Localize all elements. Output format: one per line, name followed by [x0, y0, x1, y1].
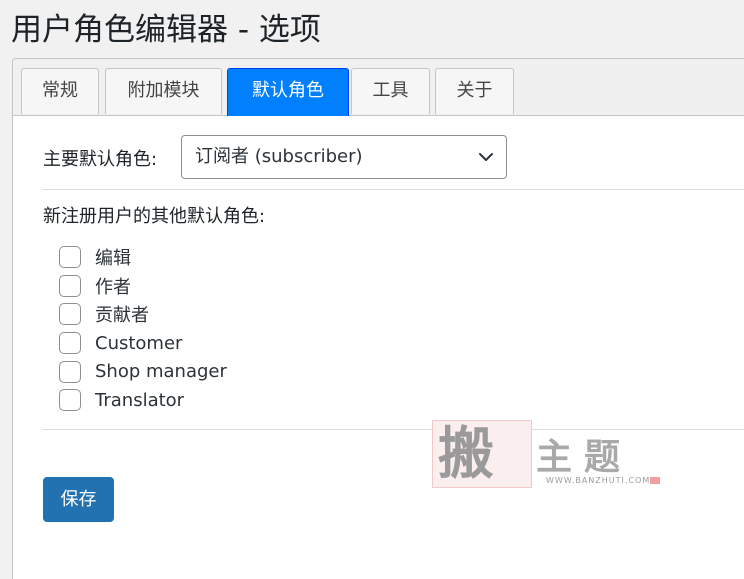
- role-checkbox-translator[interactable]: [59, 389, 81, 412]
- primary-role-label: 主要默认角色:: [43, 149, 158, 170]
- watermark-dot: [650, 477, 660, 484]
- role-label[interactable]: 作者: [95, 273, 131, 299]
- role-label[interactable]: 贡献者: [95, 301, 149, 327]
- role-label[interactable]: Translator: [95, 390, 184, 411]
- save-button[interactable]: 保存: [43, 477, 114, 522]
- watermark-seal-char: 搬: [438, 421, 494, 487]
- other-roles-heading: 新注册用户的其他默认角色:: [43, 206, 266, 227]
- divider: [43, 189, 744, 190]
- page-title: 用户角色编辑器 - 选项: [11, 12, 321, 48]
- tab-tools[interactable]: 工具: [351, 68, 430, 114]
- primary-role-row: 主要默认角色: 订阅者 (subscriber): [43, 135, 743, 179]
- chevron-down-icon: [479, 153, 493, 161]
- settings-panel: 常规 附加模块 默认角色 工具 关于 主要默认角色: 订阅者 (subscrib…: [12, 58, 744, 579]
- other-roles-list: 编辑 作者 贡献者 Customer Shop manager Translat…: [59, 243, 227, 415]
- watermark-title: 主题: [536, 436, 633, 478]
- tab-addons[interactable]: 附加模块: [105, 68, 222, 114]
- primary-role-select[interactable]: 订阅者 (subscriber): [181, 135, 507, 179]
- tab-general[interactable]: 常规: [21, 68, 99, 114]
- tab-bar: 常规 附加模块 默认角色 工具 关于: [13, 59, 744, 116]
- list-item: 编辑: [59, 243, 227, 272]
- list-item: Shop manager: [59, 357, 227, 386]
- list-item: Translator: [59, 386, 227, 415]
- list-item: 作者: [59, 272, 227, 301]
- role-label[interactable]: Shop manager: [95, 361, 227, 382]
- watermark-logo: 搬 主题 WWW.BANZHUTI.COM: [432, 420, 662, 490]
- primary-role-value: 订阅者 (subscriber): [195, 146, 363, 167]
- watermark-url: WWW.BANZHUTI.COM: [546, 476, 651, 485]
- role-checkbox-customer[interactable]: [59, 332, 81, 355]
- role-checkbox-author[interactable]: [59, 274, 81, 297]
- role-checkbox-contributor[interactable]: [59, 303, 81, 326]
- list-item: 贡献者: [59, 300, 227, 329]
- tab-default-roles[interactable]: 默认角色: [227, 68, 349, 116]
- tab-about[interactable]: 关于: [435, 68, 514, 114]
- role-checkbox-shop-manager[interactable]: [59, 360, 81, 383]
- list-item: Customer: [59, 329, 227, 358]
- role-label[interactable]: Customer: [95, 333, 182, 354]
- role-label[interactable]: 编辑: [95, 244, 131, 270]
- role-checkbox-editor[interactable]: [59, 246, 81, 269]
